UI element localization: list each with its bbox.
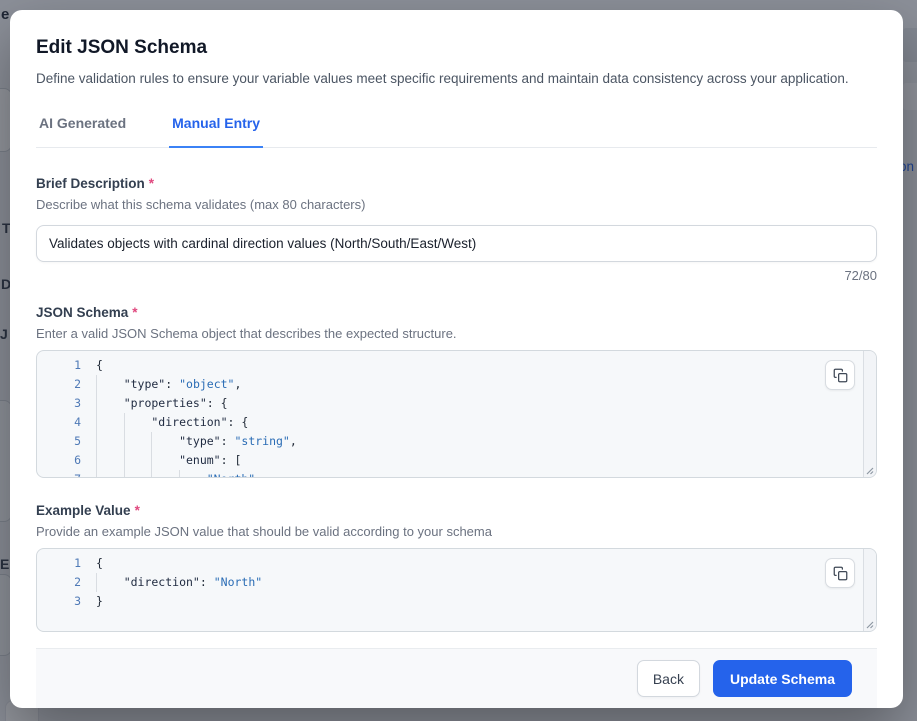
json-schema-label: JSON Schema * (36, 304, 877, 321)
modal-title: Edit JSON Schema (36, 36, 877, 60)
required-asterisk: * (135, 503, 140, 518)
brief-description-field: Brief Description * Describe what this sc… (36, 175, 877, 284)
json-schema-editor: 1{2"type": "object",3"properties": {4"di… (36, 350, 877, 478)
json-schema-help: Enter a valid JSON Schema object that de… (36, 325, 877, 342)
character-counter: 72/80 (36, 268, 877, 284)
modal-subtitle: Define validation rules to ensure your v… (36, 69, 877, 88)
brief-description-input[interactable] (36, 225, 877, 262)
editor-scrollbar-track[interactable] (863, 351, 876, 477)
json-schema-field: JSON Schema * Enter a valid JSON Schema o… (36, 304, 877, 478)
json-schema-code[interactable]: 1{2"type": "object",3"properties": {4"di… (37, 351, 876, 478)
example-value-code[interactable]: 1{2"direction": "North"3} (37, 549, 876, 611)
resize-handle-icon[interactable] (864, 465, 874, 475)
brief-description-label: Brief Description * (36, 175, 877, 192)
copy-button[interactable] (825, 558, 855, 588)
copy-icon (833, 566, 848, 581)
required-asterisk: * (132, 305, 137, 320)
resize-handle-icon[interactable] (864, 619, 874, 629)
update-schema-button[interactable]: Update Schema (713, 660, 852, 697)
copy-button[interactable] (825, 360, 855, 390)
modal-footer: Back Update Schema (36, 648, 877, 708)
example-value-help: Provide an example JSON value that shoul… (36, 523, 877, 540)
modal-body: Edit JSON Schema Define validation rules… (10, 10, 903, 708)
page-background: e T D J E on Edit JSON Schema Define val… (0, 0, 917, 721)
tab-manual-entry[interactable]: Manual Entry (169, 113, 263, 148)
field-label-text: Example Value (36, 503, 131, 518)
edit-json-schema-modal: Edit JSON Schema Define validation rules… (10, 10, 903, 708)
example-value-editor: 1{2"direction": "North"3} (36, 548, 877, 632)
required-asterisk: * (149, 176, 154, 191)
field-label-text: Brief Description (36, 176, 145, 191)
tab-bar: AI Generated Manual Entry (36, 113, 877, 148)
field-label-text: JSON Schema (36, 305, 128, 320)
tab-ai-generated[interactable]: AI Generated (36, 113, 129, 148)
example-value-field: Example Value * Provide an example JSON v… (36, 502, 877, 632)
example-value-label: Example Value * (36, 502, 877, 519)
copy-icon (833, 368, 848, 383)
back-button[interactable]: Back (637, 660, 700, 697)
brief-description-help: Describe what this schema validates (max… (36, 196, 877, 213)
